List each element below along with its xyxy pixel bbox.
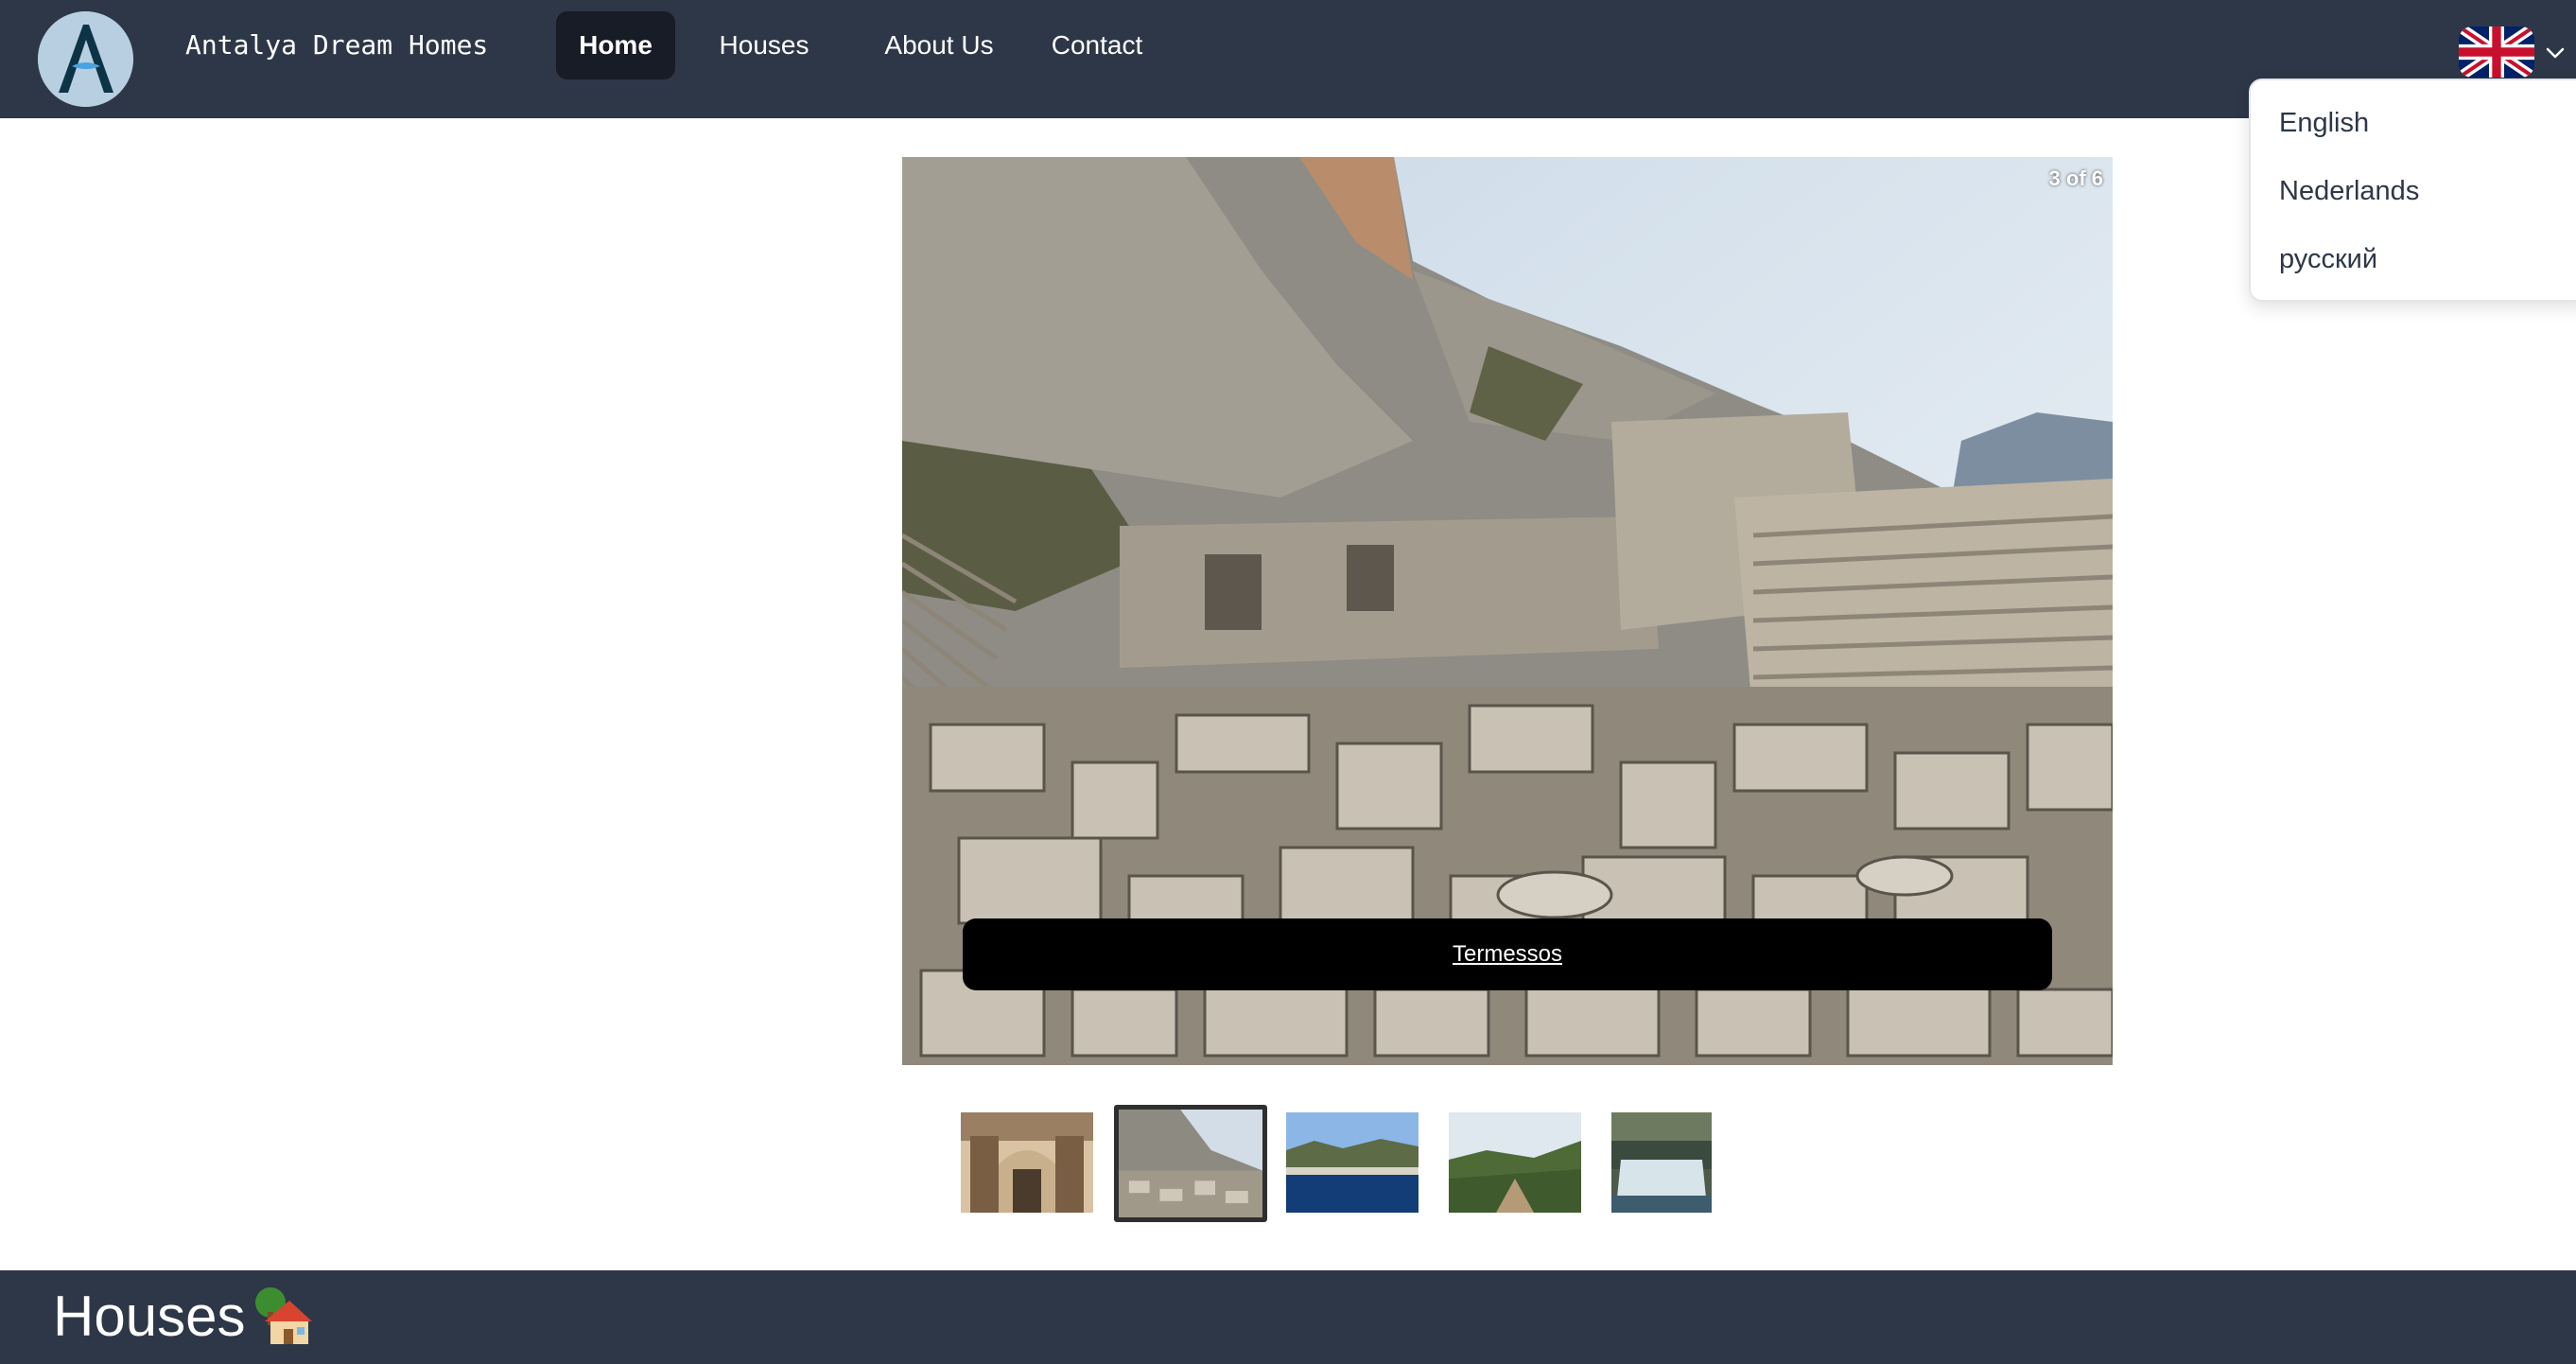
top-navbar: Antalya Dream Homes Home Houses About Us… <box>0 0 2576 118</box>
letter-a-logo-icon <box>38 11 133 107</box>
houses-section-header: Houses <box>0 1270 2576 1364</box>
termessos-theatre-thumbnail-icon <box>1119 1110 1262 1217</box>
section-title: Houses <box>53 1285 246 1348</box>
nav-about-us[interactable]: About Us <box>878 11 1001 79</box>
ruins-arch-thumbnail-icon <box>961 1112 1093 1213</box>
language-option-english[interactable]: English <box>2279 99 2369 147</box>
house-with-tree-icon <box>252 1284 314 1346</box>
language-selector[interactable] <box>2459 26 2534 78</box>
thumbnail-termessos[interactable] <box>1114 1105 1267 1222</box>
nav-contact[interactable]: Contact <box>1036 11 1157 79</box>
language-dropdown: English Nederlands русский <box>2249 79 2576 302</box>
nav-home[interactable]: Home <box>556 11 675 79</box>
language-option-nederlands[interactable]: Nederlands <box>2279 167 2419 215</box>
thumbnail-ruins-arch[interactable] <box>961 1112 1093 1213</box>
waterfall-thumbnail-icon <box>1611 1112 1712 1213</box>
thumbnail-forest-path[interactable] <box>1449 1112 1581 1213</box>
coastline-thumbnail-icon <box>1286 1112 1419 1213</box>
thumbnail-waterfall[interactable] <box>1611 1112 1712 1213</box>
carousel-slide[interactable]: 3 of 6 Termessos <box>902 157 2113 1065</box>
slide-counter: 3 of 6 <box>2048 166 2103 190</box>
uk-flag-icon <box>2459 26 2534 78</box>
language-option-russian[interactable]: русский <box>2279 236 2377 283</box>
forest-path-thumbnail-icon <box>1449 1112 1581 1213</box>
slide-caption-link[interactable]: Termessos <box>1453 941 1562 967</box>
thumbnail-coastline[interactable] <box>1286 1112 1419 1213</box>
chevron-down-icon[interactable] <box>2544 42 2567 64</box>
slide-caption-bar: Termessos <box>963 918 2052 990</box>
site-brand[interactable]: Antalya Dream Homes <box>185 28 488 62</box>
site-logo[interactable] <box>38 11 133 107</box>
nav-houses[interactable]: Houses <box>709 11 819 79</box>
